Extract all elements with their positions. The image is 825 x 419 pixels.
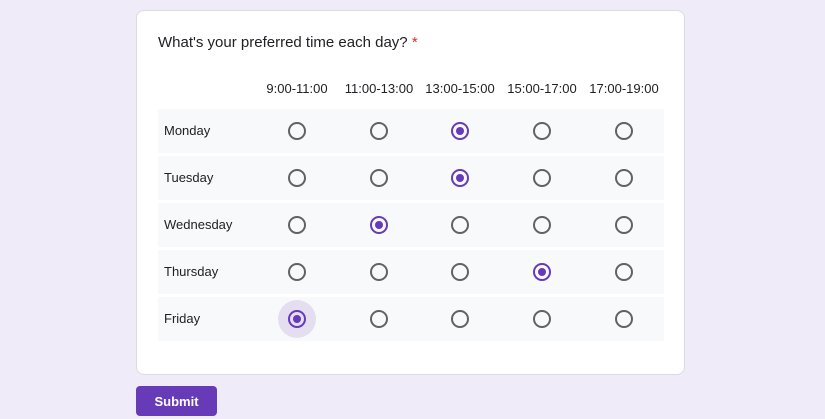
radio-tuesday-2[interactable] <box>441 159 479 197</box>
radio-circle-icon <box>288 169 306 187</box>
radio-circle-icon <box>615 263 633 281</box>
row-label: Thursday <box>164 264 219 279</box>
required-mark: * <box>411 34 418 51</box>
radio-monday-2[interactable] <box>441 112 479 150</box>
radio-circle-icon <box>615 216 633 234</box>
radio-wednesday-4[interactable] <box>605 206 643 244</box>
radio-circle-icon <box>533 169 551 187</box>
radio-circle-icon <box>370 216 388 234</box>
radio-thursday-3[interactable] <box>523 253 561 291</box>
radio-friday-3[interactable] <box>523 300 561 338</box>
radio-tuesday-3[interactable] <box>523 159 561 197</box>
column-header: 9:00-11:00 <box>266 81 328 96</box>
radio-circle-icon <box>288 310 306 328</box>
radio-thursday-2[interactable] <box>441 253 479 291</box>
row-label: Wednesday <box>164 217 233 232</box>
radio-tuesday-1[interactable] <box>360 159 398 197</box>
radio-friday-0[interactable] <box>278 300 316 338</box>
radio-circle-icon <box>451 169 469 187</box>
radio-circle-icon <box>451 310 469 328</box>
grid-row-friday: Friday <box>158 297 664 341</box>
radio-tuesday-4[interactable] <box>605 159 643 197</box>
radio-circle-icon <box>451 263 469 281</box>
radio-circle-icon <box>533 263 551 281</box>
question-card: What's your preferred time each day? * 9… <box>136 10 685 375</box>
radio-circle-icon <box>533 122 551 140</box>
radio-friday-4[interactable] <box>605 300 643 338</box>
row-label: Tuesday <box>164 170 214 185</box>
radio-wednesday-3[interactable] <box>523 206 561 244</box>
radio-circle-icon <box>451 122 469 140</box>
grid-row-monday: Monday <box>158 109 664 153</box>
radio-thursday-0[interactable] <box>278 253 316 291</box>
radio-monday-1[interactable] <box>360 112 398 150</box>
radio-wednesday-2[interactable] <box>441 206 479 244</box>
radio-circle-icon <box>615 169 633 187</box>
submit-button[interactable]: Submit <box>136 386 217 416</box>
radio-friday-2[interactable] <box>441 300 479 338</box>
radio-friday-1[interactable] <box>360 300 398 338</box>
row-label: Monday <box>164 123 211 138</box>
column-header: 11:00-13:00 <box>344 81 414 96</box>
column-header: 17:00-19:00 <box>589 81 659 96</box>
radio-monday-0[interactable] <box>278 112 316 150</box>
grid-row-wednesday: Wednesday <box>158 203 664 247</box>
radio-circle-icon <box>615 310 633 328</box>
column-header: 13:00-15:00 <box>425 81 495 96</box>
radio-circle-icon <box>533 310 551 328</box>
grid-row-tuesday: Tuesday <box>158 156 664 200</box>
question-title: What's your preferred time each day? * <box>158 34 418 51</box>
radio-circle-icon <box>288 216 306 234</box>
row-label: Friday <box>164 311 201 326</box>
radio-circle-icon <box>370 263 388 281</box>
radio-wednesday-1[interactable] <box>360 206 398 244</box>
radio-circle-icon <box>615 122 633 140</box>
radio-circle-icon <box>370 310 388 328</box>
radio-thursday-4[interactable] <box>605 253 643 291</box>
radio-circle-icon <box>288 122 306 140</box>
radio-wednesday-0[interactable] <box>278 206 316 244</box>
grid-row-thursday: Thursday <box>158 250 664 294</box>
column-header: 15:00-17:00 <box>507 81 577 96</box>
radio-monday-4[interactable] <box>605 112 643 150</box>
radio-circle-icon <box>370 122 388 140</box>
radio-circle-icon <box>370 169 388 187</box>
radio-monday-3[interactable] <box>523 112 561 150</box>
radio-tuesday-0[interactable] <box>278 159 316 197</box>
radio-thursday-1[interactable] <box>360 253 398 291</box>
radio-circle-icon <box>288 263 306 281</box>
radio-circle-icon <box>533 216 551 234</box>
radio-circle-icon <box>451 216 469 234</box>
